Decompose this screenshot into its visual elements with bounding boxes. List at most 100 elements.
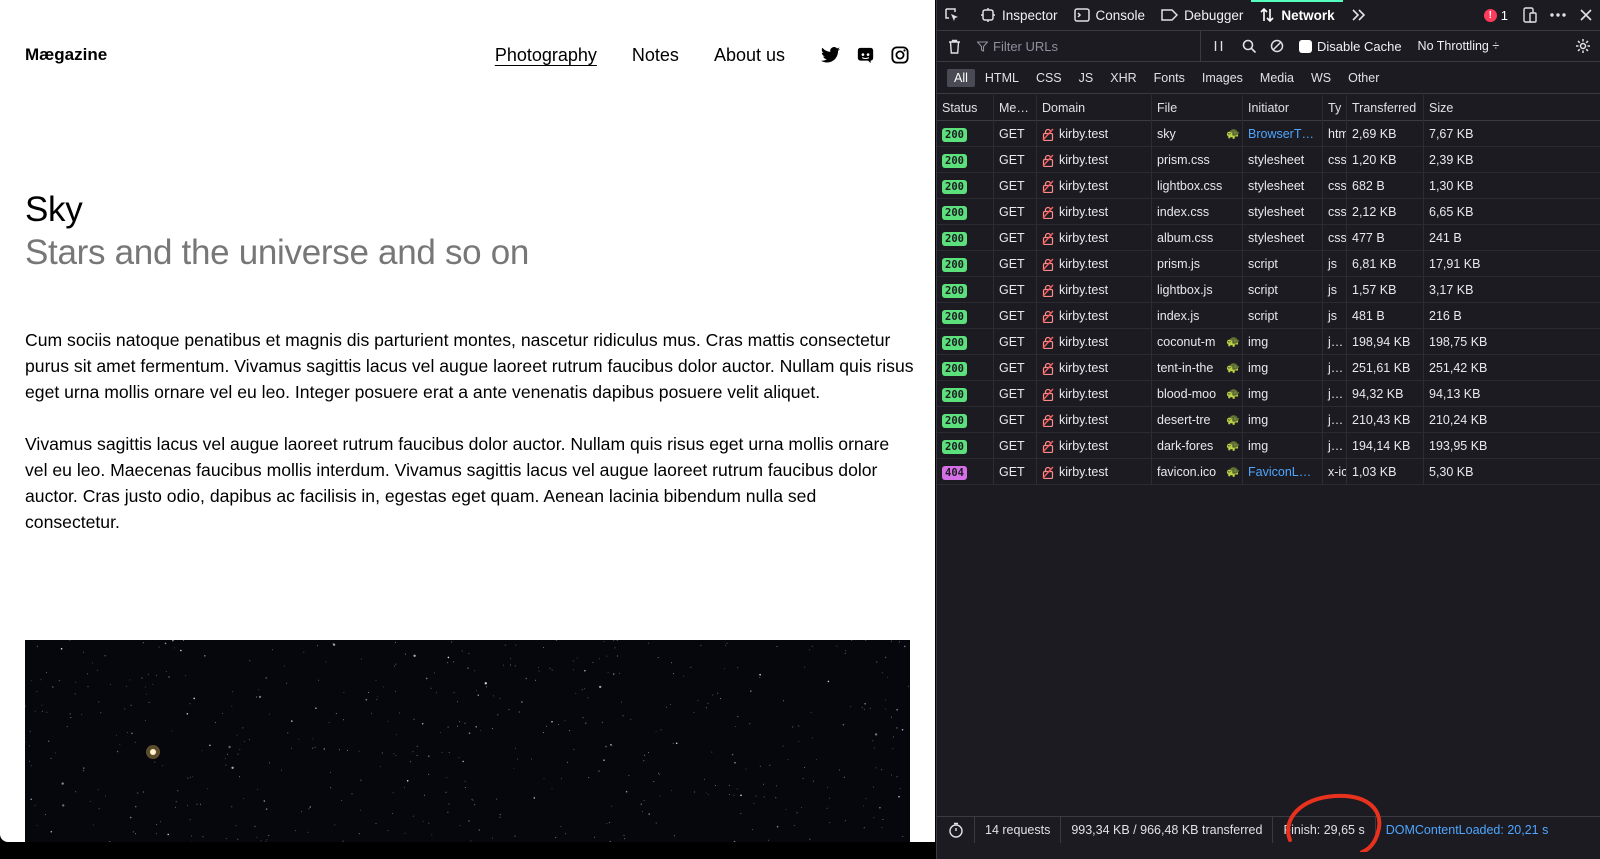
type-cell: j… xyxy=(1323,406,1347,433)
table-row[interactable]: 200 GET kirby.test blood-moo 🐢 img j… 94,32 KB 9… xyxy=(937,380,1600,407)
tab-inspector[interactable]: Inspector xyxy=(972,0,1066,31)
table-row[interactable]: 200 GET kirby.test lightbox.css stylesheet cs… xyxy=(937,172,1600,199)
checkbox-box xyxy=(1299,39,1312,53)
table-row[interactable]: 200 GET kirby.test tent-in-the 🐢 img j… 251,61 … xyxy=(937,354,1600,381)
starry-sky-image[interactable] xyxy=(25,640,910,842)
type-filter-js[interactable]: JS xyxy=(1072,69,1101,87)
responsive-design-icon[interactable] xyxy=(1516,0,1544,31)
more-tabs-chevron-icon[interactable] xyxy=(1343,0,1381,31)
trash-icon[interactable] xyxy=(937,31,971,62)
status-cell: 200 xyxy=(937,146,994,173)
throttle-turtle-icon: 🐢 xyxy=(1226,439,1240,452)
type-filter-images[interactable]: Images xyxy=(1195,69,1250,87)
file-text: index.css xyxy=(1157,204,1210,219)
domain-text: kirby.test xyxy=(1059,152,1109,167)
twitter-icon[interactable] xyxy=(820,45,840,65)
table-row[interactable]: 200 GET kirby.test sky 🐢 BrowserT… htm 2,69 KB 7… xyxy=(937,120,1600,147)
file-text: coconut-m xyxy=(1157,334,1216,349)
domain-cell: kirby.test xyxy=(1037,302,1152,329)
tab-network[interactable]: Network xyxy=(1251,0,1342,31)
more-options-icon[interactable] xyxy=(1544,0,1572,31)
domain-text: kirby.test xyxy=(1059,308,1109,323)
nav-notes[interactable]: Notes xyxy=(632,45,679,66)
table-row[interactable]: 200 GET kirby.test prism.css stylesheet css 1,… xyxy=(937,146,1600,173)
search-icon[interactable] xyxy=(1235,31,1263,62)
type-filter-fonts[interactable]: Fonts xyxy=(1147,69,1192,87)
transferred-cell: 1,57 KB xyxy=(1347,276,1424,303)
size-cell: 193,95 KB xyxy=(1429,438,1488,453)
type-cell: css xyxy=(1323,146,1347,173)
table-row[interactable]: 200 GET kirby.test index.css stylesheet css 2,… xyxy=(937,198,1600,225)
file-cell: index.js xyxy=(1152,302,1243,329)
table-row[interactable]: 200 GET kirby.test prism.js script js 6,81 KB 1… xyxy=(937,250,1600,277)
column-header-size[interactable]: Size xyxy=(1424,95,1600,121)
nav-photography[interactable]: Photography xyxy=(495,45,597,66)
initiator-cell[interactable]: FaviconL… xyxy=(1243,458,1323,485)
table-row[interactable]: 200 GET kirby.test lightbox.js script js 1,57 … xyxy=(937,276,1600,303)
column-header-initiator[interactable]: Initiator xyxy=(1243,94,1323,121)
table-row[interactable]: 200 GET kirby.test coconut-m 🐢 img j… 198,94 KB… xyxy=(937,328,1600,355)
domain-text: kirby.test xyxy=(1059,256,1109,271)
size-cell: 241 B xyxy=(1429,230,1462,245)
table-row[interactable]: 200 GET kirby.test dark-fores 🐢 img j… 194,14 K… xyxy=(937,432,1600,459)
insecure-lock-icon xyxy=(1042,284,1054,297)
column-header-file[interactable]: File xyxy=(1152,94,1243,121)
table-row[interactable]: 200 GET kirby.test index.js script js 481 B 216… xyxy=(937,302,1600,329)
initiator-cell: script xyxy=(1243,250,1323,277)
block-icon[interactable] xyxy=(1263,31,1291,62)
status-cell: 200 xyxy=(937,120,994,147)
gear-icon[interactable] xyxy=(1566,31,1600,62)
element-picker-icon[interactable] xyxy=(937,0,972,31)
file-text: index.js xyxy=(1157,308,1200,323)
discord-icon[interactable] xyxy=(855,45,875,65)
method-cell: GET xyxy=(994,458,1037,485)
filter-icon xyxy=(977,40,988,52)
pause-icon[interactable] xyxy=(1201,31,1235,62)
site-logo[interactable]: Mægazine xyxy=(25,45,107,65)
file-text: prism.js xyxy=(1157,256,1201,271)
column-header-type[interactable]: Ty xyxy=(1323,94,1347,121)
column-header-domain[interactable]: Domain xyxy=(1037,94,1152,121)
table-row[interactable]: 200 GET kirby.test desert-tre 🐢 img j… 210,43 K… xyxy=(937,406,1600,433)
type-filter-ws[interactable]: WS xyxy=(1304,69,1338,87)
finish-time: Finish: 29,65 s xyxy=(1273,816,1376,843)
column-header-transferred[interactable]: Transferred xyxy=(1347,94,1424,121)
type-filter-html[interactable]: HTML xyxy=(978,69,1026,87)
size-cell: 2,39 KB xyxy=(1429,152,1474,167)
type-filter-xhr[interactable]: XHR xyxy=(1103,69,1143,87)
type-filter-all[interactable]: All xyxy=(947,68,975,87)
domain-cell: kirby.test xyxy=(1037,432,1152,459)
close-icon[interactable] xyxy=(1572,0,1600,31)
file-cell: album.css xyxy=(1152,224,1243,251)
nav-about-us[interactable]: About us xyxy=(714,45,785,66)
type-filter-media[interactable]: Media xyxy=(1253,69,1301,87)
transferred-cell: 194,14 KB xyxy=(1347,432,1424,459)
error-icon: ! xyxy=(1483,8,1497,22)
filter-urls-input[interactable]: Filter URLs xyxy=(971,30,1201,62)
insecure-lock-icon xyxy=(1042,336,1054,349)
starfield-graphic xyxy=(25,640,910,842)
file-cell: coconut-m 🐢 xyxy=(1152,328,1243,355)
disable-cache-checkbox[interactable]: Disable Cache xyxy=(1299,39,1402,54)
insecure-lock-icon xyxy=(1042,466,1054,479)
initiator-cell[interactable]: BrowserT… xyxy=(1243,120,1323,147)
column-header-method[interactable]: Me… xyxy=(994,94,1037,121)
timer-icon[interactable] xyxy=(937,816,975,843)
type-filter-css[interactable]: CSS xyxy=(1029,69,1069,87)
table-row[interactable]: 200 GET kirby.test album.css stylesheet css 47… xyxy=(937,224,1600,251)
table-row[interactable]: 404 GET kirby.test favicon.ico 🐢 FaviconL… x-i… xyxy=(937,458,1600,485)
transferred-cell: 6,81 KB xyxy=(1347,250,1424,277)
tab-console[interactable]: Console xyxy=(1066,0,1154,31)
file-text: tent-in-the xyxy=(1157,360,1214,375)
throttling-select[interactable]: No Throttling ÷ xyxy=(1418,39,1500,53)
method-cell: GET xyxy=(994,328,1037,355)
tab-debugger[interactable]: Debugger xyxy=(1153,0,1251,31)
file-text: favicon.ico xyxy=(1157,464,1217,479)
type-cell: htm xyxy=(1323,120,1347,147)
file-text: dark-fores xyxy=(1157,438,1214,453)
instagram-icon[interactable] xyxy=(890,45,910,65)
column-header-status[interactable]: Status xyxy=(937,94,994,121)
throttle-turtle-icon: 🐢 xyxy=(1226,387,1240,400)
error-count-badge[interactable]: ! 1 xyxy=(1476,8,1516,23)
type-filter-other[interactable]: Other xyxy=(1341,69,1386,87)
